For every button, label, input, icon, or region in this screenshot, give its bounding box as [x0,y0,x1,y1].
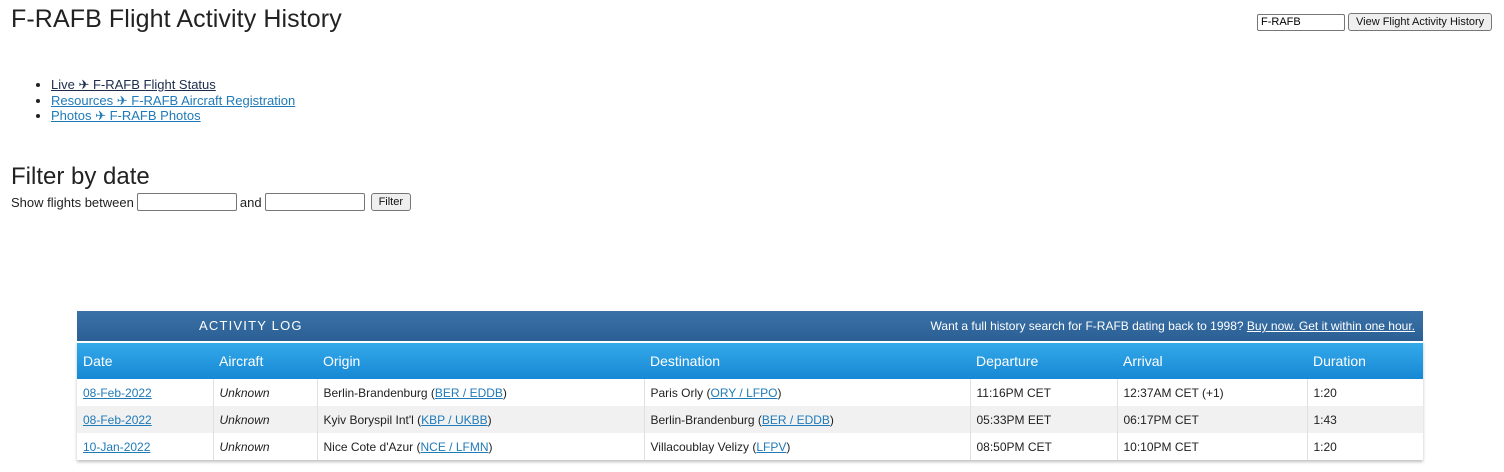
list-item: Live ✈ F-RAFB Flight Status [51,77,295,93]
flight-date-link[interactable]: 08-Feb-2022 [83,386,152,400]
filter-button[interactable]: Filter [370,193,412,211]
column-header-arrival[interactable]: Arrival [1117,341,1307,379]
activity-log-title: ACTIVITY LOG [199,318,303,333]
destination-cell: Villacoublay Velizy (LFPV) [644,433,971,460]
link-label: F-RAFB Aircraft Registration [131,92,296,108]
live-flight-status-link[interactable]: Live ✈ F-RAFB Flight Status [51,77,216,92]
date-filter-form: Show flights between and Filter [11,193,412,211]
filter-title: Filter by date [11,163,150,190]
origin-name: Kyiv Boryspil Int'l [323,412,414,427]
column-header-duration[interactable]: Duration [1307,341,1423,379]
column-header-departure[interactable]: Departure [970,341,1117,379]
table-row: 08-Feb-2022 Unknown Berlin-Brandenburg (… [77,379,1423,406]
aircraft-registration-link[interactable]: Resources ✈ F-RAFB Aircraft Registration [51,93,295,108]
table-row: 08-Feb-2022 Unknown Kyiv Boryspil Int'l … [77,406,1423,433]
destination-airport-link[interactable]: ORY / LFPO [711,386,778,400]
duration-cell: 1:20 [1307,379,1423,406]
view-history-button[interactable]: View Flight Activity History [1348,13,1493,31]
arrival-cell: 10:10PM CET [1117,433,1308,460]
tail-number-input[interactable] [1257,13,1345,31]
arrival-cell: 06:17PM CET [1117,406,1308,433]
destination-name: Berlin-Brandenburg [650,412,755,427]
column-header-destination[interactable]: Destination [644,341,970,379]
origin-cell: Kyiv Boryspil Int'l (KBP / UKBB) [317,406,645,433]
list-item: Resources ✈ F-RAFB Aircraft Registration [51,93,295,109]
duration-cell: 1:20 [1307,433,1423,460]
flight-date-link[interactable]: 08-Feb-2022 [83,413,152,427]
list-item: Photos ✈ F-RAFB Photos [51,108,295,124]
column-header-aircraft[interactable]: Aircraft [213,341,317,379]
date-to-input[interactable] [264,193,365,211]
origin-airport-link[interactable]: KBP / UKBB [421,413,487,427]
duration-cell: 1:43 [1307,406,1423,433]
buy-now-link[interactable]: Buy now. Get it within one hour. [1247,319,1415,333]
tail-search-form: View Flight Activity History [1257,13,1493,31]
activity-log: ACTIVITY LOG Want a full history search … [77,311,1423,460]
column-header-origin[interactable]: Origin [317,341,644,379]
filter-between-label: Show flights between [11,194,134,210]
activity-log-header: ACTIVITY LOG Want a full history search … [77,311,1423,341]
table-row: 10-Jan-2022 Unknown Nice Cote d'Azur (NC… [77,433,1423,460]
resource-links: Live ✈ F-RAFB Flight Status Resources ✈ … [51,77,295,124]
destination-name: Paris Orly [650,385,704,400]
link-prefix: Resources ✈ [51,92,132,108]
column-header-date[interactable]: Date [77,341,213,379]
departure-cell: 05:33PM EET [970,406,1118,433]
activity-table: Date Aircraft Origin Destination Departu… [77,341,1423,460]
aircraft-cell: Unknown [213,433,318,460]
destination-cell: Berlin-Brandenburg (BER / EDDB) [644,406,971,433]
origin-airport-link[interactable]: NCE / LFMN [421,440,489,454]
date-cell: 08-Feb-2022 [77,379,214,406]
origin-name: Nice Cote d'Azur [323,439,414,454]
link-prefix: Live ✈ [51,77,93,92]
page-title: F-RAFB Flight Activity History [11,5,342,33]
origin-name: Berlin-Brandenburg [323,385,428,400]
destination-name: Villacoublay Velizy [650,439,750,454]
arrival-cell: 12:37AM CET (+1) [1117,379,1308,406]
departure-cell: 11:16PM CET [970,379,1118,406]
link-label: F-RAFB Flight Status [92,77,216,92]
aircraft-photos-link[interactable]: Photos ✈ F-RAFB Photos [51,108,201,123]
destination-cell: Paris Orly (ORY / LFPO) [644,379,971,406]
origin-cell: Nice Cote d'Azur (NCE / LFMN) [317,433,645,460]
promo-text: Want a full history search for F-RAFB da… [930,319,1244,333]
date-cell: 08-Feb-2022 [77,406,214,433]
link-label: F-RAFB Photos [109,108,201,123]
origin-cell: Berlin-Brandenburg (BER / EDDB) [317,379,645,406]
aircraft-cell: Unknown [213,379,318,406]
table-header-row: Date Aircraft Origin Destination Departu… [77,341,1423,379]
aircraft-cell: Unknown [213,406,318,433]
destination-airport-link[interactable]: BER / EDDB [762,413,830,427]
date-from-input[interactable] [136,193,237,211]
flight-date-link[interactable]: 10-Jan-2022 [83,440,150,454]
filter-and-label: and [239,194,262,210]
link-prefix: Photos ✈ [51,108,110,123]
history-promo: Want a full history search for F-RAFB da… [931,319,1415,333]
origin-airport-link[interactable]: BER / EDDB [435,386,503,400]
departure-cell: 08:50PM CET [970,433,1118,460]
date-cell: 10-Jan-2022 [77,433,214,460]
destination-airport-link[interactable]: LFPV [756,440,786,454]
